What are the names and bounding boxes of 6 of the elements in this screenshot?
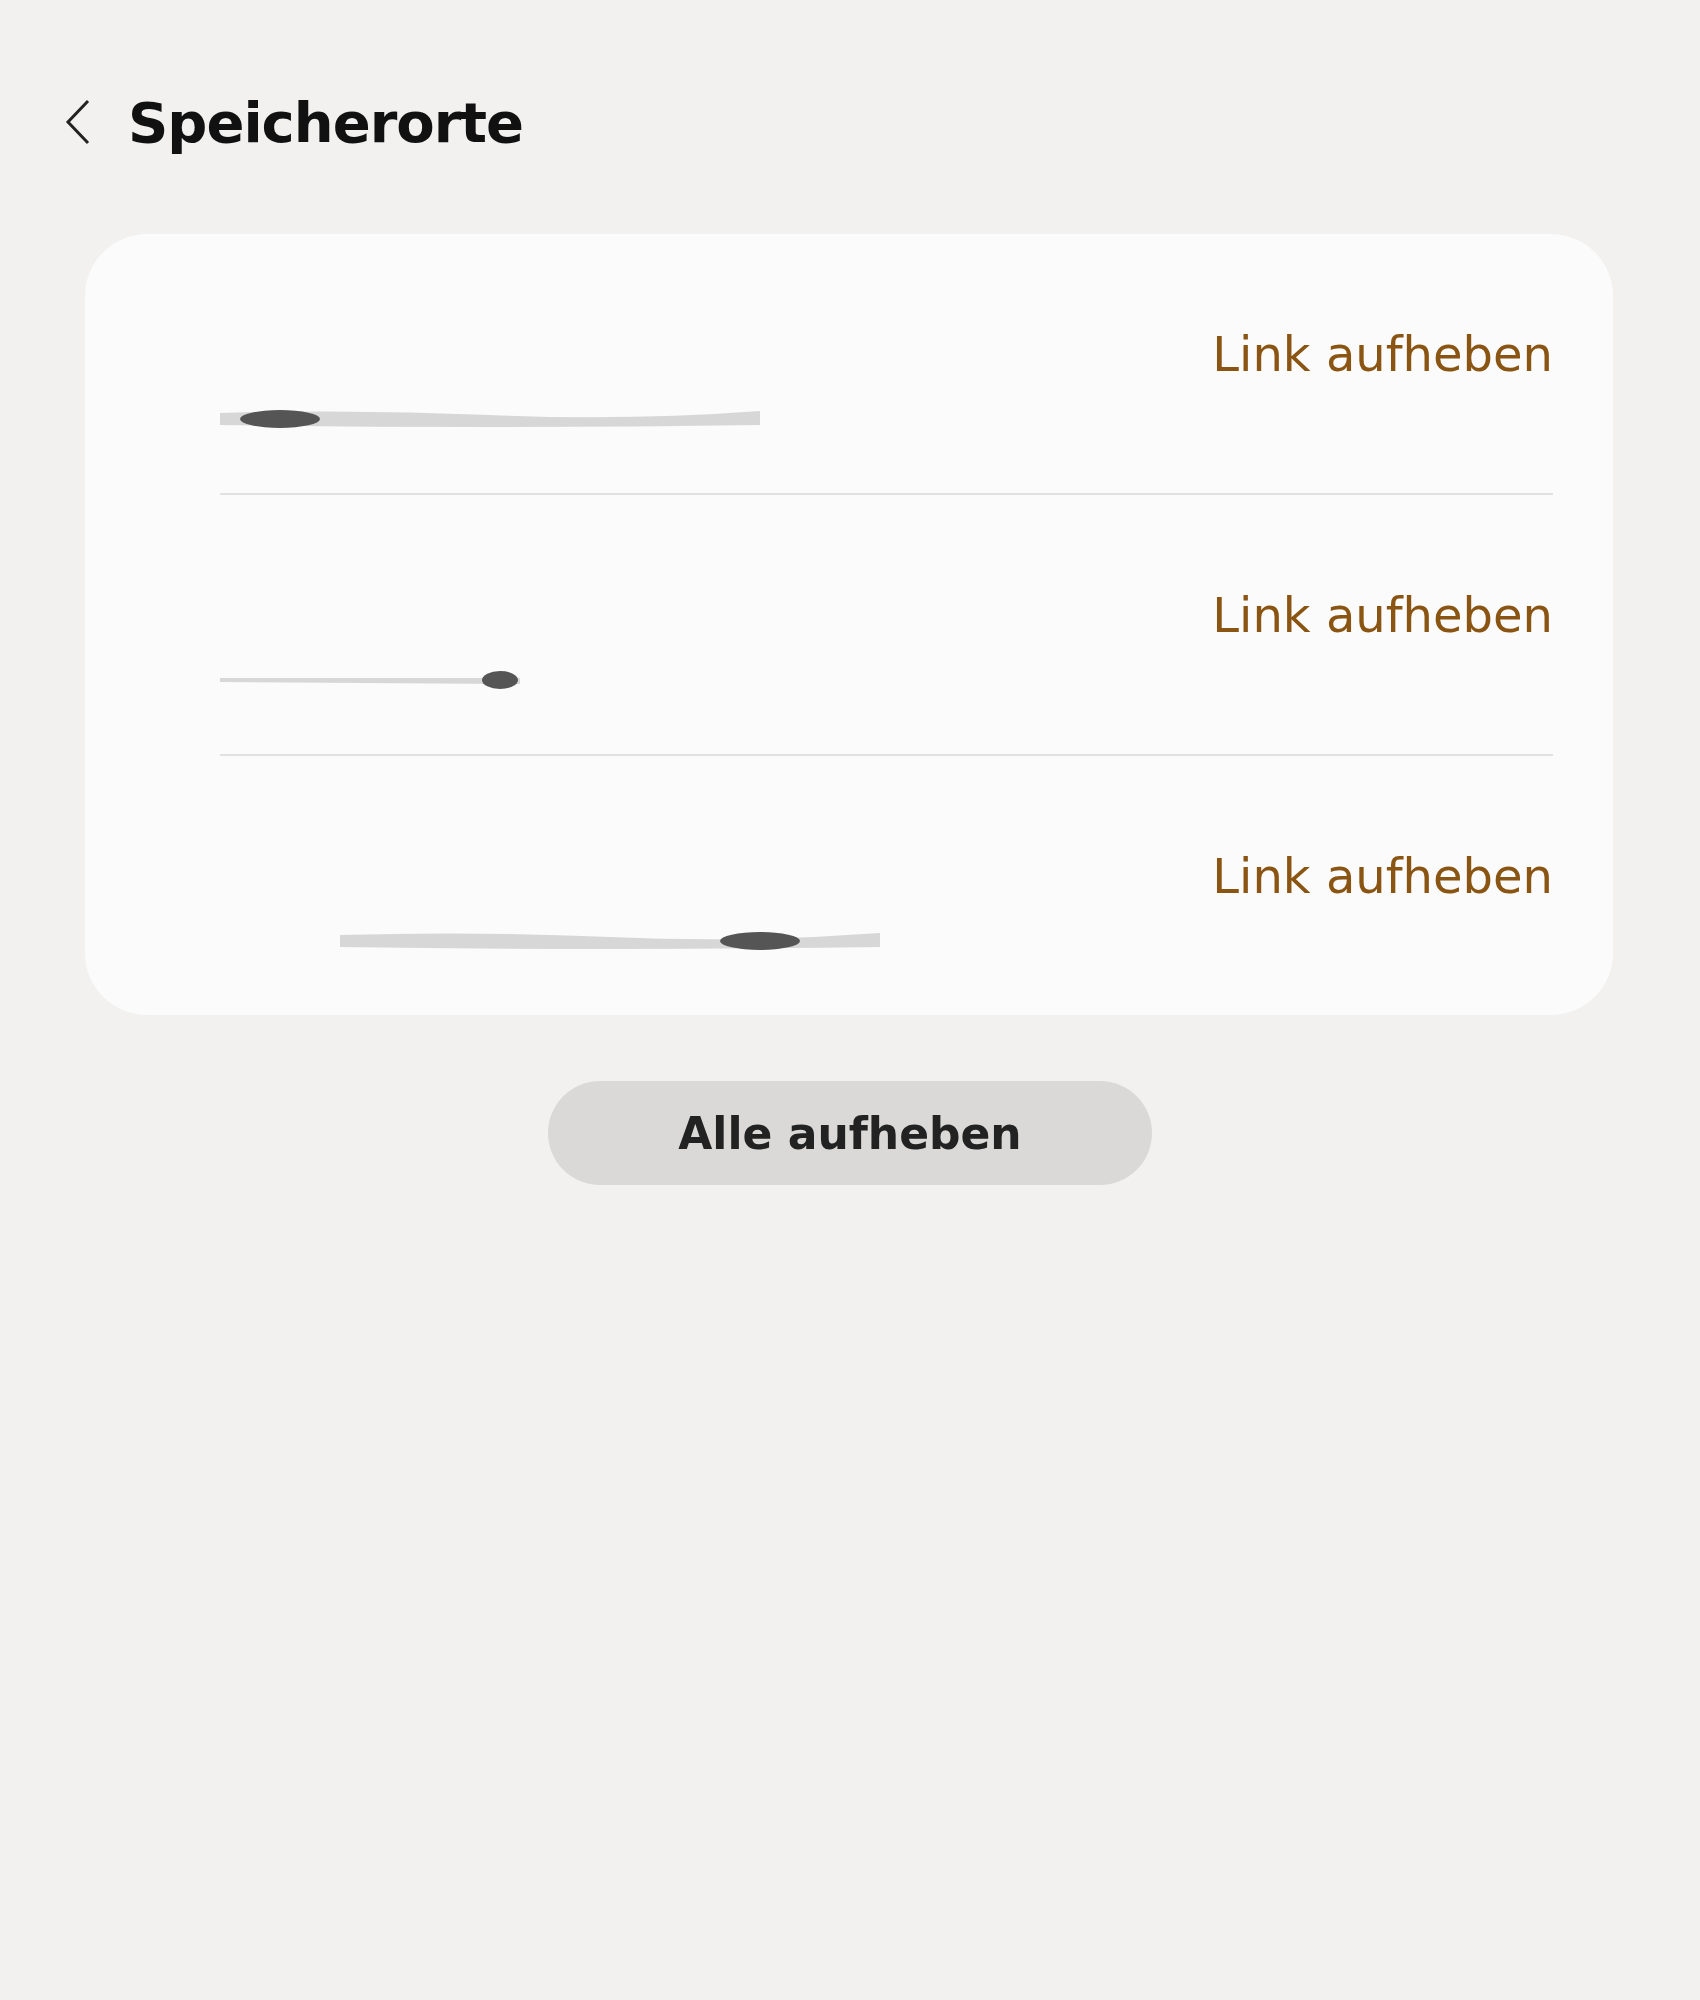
unlink-link[interactable]: Link aufheben [1212,847,1553,904]
back-icon [65,99,91,145]
unlink-link[interactable]: Link aufheben [1212,586,1553,643]
page-title: Speicherorte [128,89,524,155]
unlink-link[interactable]: Link aufheben [1212,325,1553,382]
unlink-all-button[interactable]: Alle aufheben [548,1081,1152,1185]
